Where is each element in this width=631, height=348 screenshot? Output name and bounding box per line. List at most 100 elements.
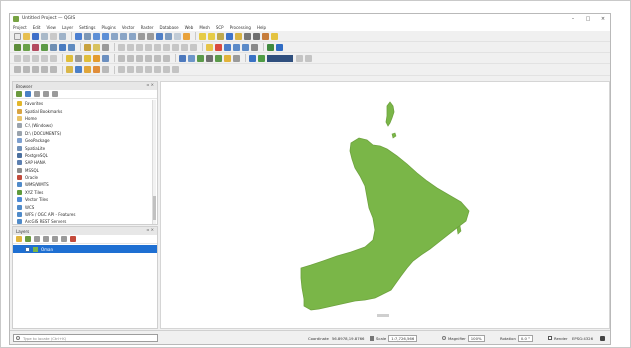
magnifier-spinbox[interactable]: 100% — [467, 334, 485, 342]
toggle-editing-icon[interactable] — [93, 43, 100, 51]
add-postgis-icon[interactable] — [59, 43, 66, 51]
tree-item-wms[interactable]: WMS/WMTS — [17, 181, 157, 188]
filter-icon[interactable] — [102, 54, 109, 62]
invert-selection-icon[interactable] — [93, 54, 100, 62]
label-tool-icon[interactable] — [206, 43, 213, 51]
north-arrow-icon[interactable] — [163, 66, 170, 73]
layer-styling-icon[interactable] — [16, 236, 22, 242]
pan-to-selection-icon[interactable] — [84, 32, 91, 40]
copy-features-icon[interactable] — [163, 43, 170, 51]
scp-settings-icon[interactable] — [233, 54, 240, 62]
tree-item-wcs[interactable]: WCS — [17, 203, 157, 210]
cut-features-icon[interactable] — [154, 43, 161, 51]
measure-area-icon[interactable] — [118, 66, 125, 73]
zoom-out-icon[interactable] — [102, 32, 109, 40]
add-spatialite-icon[interactable] — [68, 43, 75, 51]
menu-vector[interactable]: Vector — [122, 25, 135, 30]
grid-icon[interactable] — [154, 66, 161, 73]
statistical-summary-icon[interactable] — [244, 32, 251, 40]
menu-database[interactable]: Database — [159, 25, 178, 30]
tree-item-geopackage[interactable]: GeoPackage — [17, 137, 157, 144]
georeferencer-icon[interactable] — [179, 54, 186, 62]
scp-zoom-icon[interactable] — [296, 54, 303, 62]
add-svg-annotation-icon[interactable] — [84, 66, 91, 73]
paste-style-icon[interactable] — [32, 66, 39, 73]
layout-manager-icon[interactable] — [59, 32, 66, 40]
minimize-button[interactable]: – — [566, 14, 580, 23]
rotate-feature-icon[interactable] — [127, 54, 134, 62]
add-layer-icon[interactable] — [16, 91, 22, 97]
raster-calculator-icon[interactable] — [188, 54, 195, 62]
tree-item-spatialite[interactable]: SpatiaLite — [17, 144, 157, 151]
select-by-expression-icon[interactable] — [66, 54, 73, 62]
move-annotation-icon[interactable] — [102, 66, 109, 73]
menu-scp[interactable]: SCP — [216, 25, 224, 30]
advanced-digitize-icon[interactable] — [14, 54, 21, 62]
collapse-all-icon[interactable] — [43, 91, 49, 97]
tree-item-arcgis-rest[interactable]: ArcGIS REST Servers — [17, 218, 157, 225]
scp-plugin-icon[interactable] — [258, 54, 265, 62]
measure-angle-icon[interactable] — [127, 66, 134, 73]
vertex-tool-icon[interactable] — [127, 43, 134, 51]
rotation-spinbox[interactable]: 0.0 ° — [517, 334, 534, 342]
render-toggle[interactable]: Render — [548, 334, 568, 342]
zoom-full-icon[interactable] — [111, 32, 118, 40]
show-hide-labels-icon[interactable] — [224, 43, 231, 51]
manage-map-themes-icon[interactable] — [50, 66, 57, 73]
save-as-icon[interactable] — [41, 32, 48, 40]
copy-style-icon[interactable] — [23, 66, 30, 73]
refresh-icon[interactable] — [25, 91, 31, 97]
rotate-label-icon[interactable] — [242, 43, 249, 51]
oman-enclave-polygon[interactable] — [391, 132, 397, 139]
split-features-icon[interactable] — [41, 54, 48, 62]
print-layout-icon[interactable] — [50, 32, 57, 40]
tracing-icon[interactable] — [32, 54, 39, 62]
measure-bearing-icon[interactable] — [136, 66, 143, 73]
expand-all-icon[interactable] — [52, 236, 58, 242]
maximize-button[interactable]: □ — [581, 14, 595, 23]
scp-dock-icon[interactable] — [249, 54, 256, 62]
menu-help[interactable]: Help — [257, 25, 266, 30]
processing-toolbox-icon[interactable] — [276, 43, 283, 51]
layer-style-icon[interactable] — [14, 66, 21, 73]
open-attribute-table-icon[interactable] — [226, 32, 233, 40]
scale-combobox[interactable]: 1:7,726,566 — [388, 334, 418, 342]
add-vector-layer-icon[interactable] — [23, 43, 30, 51]
manage-themes-icon[interactable] — [34, 236, 40, 242]
filter-browser-icon[interactable] — [34, 91, 40, 97]
add-part-icon[interactable] — [154, 54, 161, 62]
new-map-view-icon[interactable] — [156, 32, 163, 40]
zoom-layer-icon[interactable] — [129, 32, 136, 40]
band-set-icon[interactable] — [197, 54, 204, 62]
add-text-annotation-icon[interactable] — [66, 66, 73, 73]
simplify-feature-icon[interactable] — [136, 54, 143, 62]
paste-features-icon[interactable] — [172, 43, 179, 51]
data-source-manager-icon[interactable] — [14, 43, 21, 51]
field-calculator-icon[interactable] — [235, 32, 242, 40]
collapse-all-icon[interactable] — [61, 236, 67, 242]
tree-item-vector-tiles[interactable]: Vector Tiles — [17, 196, 157, 203]
layer-visibility-checkbox[interactable] — [25, 246, 30, 252]
scp-band-combobox[interactable] — [267, 54, 293, 62]
panel-float-close-icon[interactable]: ▫ × — [147, 82, 154, 87]
move-label-icon[interactable] — [233, 43, 240, 51]
digitize-icon[interactable] — [118, 43, 125, 51]
tree-item-drive-c[interactable]: C:\ (Windows) — [17, 122, 157, 129]
new-3d-view-icon[interactable] — [165, 32, 172, 40]
roi-icon[interactable] — [206, 54, 213, 62]
save-edits-icon[interactable] — [102, 43, 109, 51]
scp-next-icon[interactable] — [305, 54, 312, 62]
menu-raster[interactable]: Raster — [141, 25, 154, 30]
snapping-icon[interactable] — [23, 54, 30, 62]
oman-musandam-polygon[interactable] — [385, 101, 395, 127]
add-ring-icon[interactable] — [145, 54, 152, 62]
temporal-controller-icon[interactable] — [174, 32, 181, 40]
menu-processing[interactable]: Processing — [230, 25, 251, 30]
map-canvas[interactable] — [160, 81, 610, 329]
messages-button[interactable] — [600, 334, 605, 342]
menu-mesh[interactable]: Mesh — [199, 25, 210, 30]
lock-icon[interactable] — [370, 335, 374, 341]
tree-item-drive-d[interactable]: D:\ (DOCUMENTS) — [17, 130, 157, 137]
refresh-icon[interactable] — [183, 32, 190, 40]
zoom-next-icon[interactable] — [147, 32, 154, 40]
